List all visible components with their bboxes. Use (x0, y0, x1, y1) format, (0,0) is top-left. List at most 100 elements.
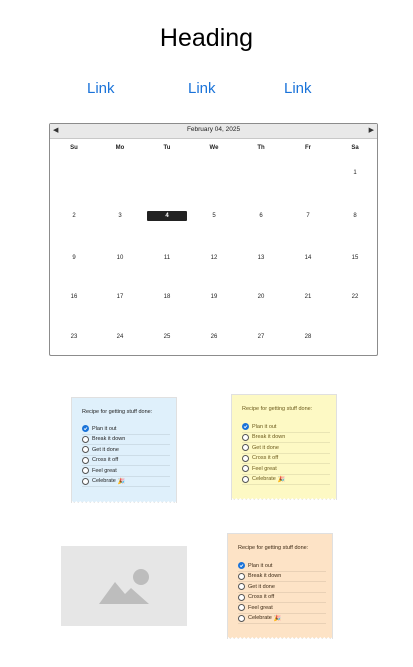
checklist-item-label: Plan it out (252, 423, 277, 430)
checked-circle-icon[interactable] (242, 423, 249, 431)
checklist-item[interactable]: Break it down (242, 433, 330, 443)
checklist-note-blue: Recipe for getting stuff done: Plan it o… (71, 397, 177, 505)
calendar-day-selected[interactable]: 4 (147, 211, 187, 221)
calendar-day[interactable]: 24 (105, 332, 135, 342)
checked-circle-icon[interactable] (238, 562, 245, 570)
checklist-item[interactable]: Celebrate 🎉 (242, 475, 330, 485)
torn-edge (72, 501, 176, 505)
checklist-item[interactable]: Celebrate 🎉 (238, 614, 326, 624)
unchecked-circle-icon[interactable] (238, 583, 245, 591)
calendar-day[interactable]: 26 (199, 332, 229, 342)
calendar-day[interactable]: 21 (293, 292, 323, 302)
nav-link-1[interactable]: Link (87, 80, 115, 97)
checklist-item[interactable]: Plan it out (242, 422, 330, 433)
calendar-day[interactable]: 15 (340, 253, 370, 263)
checklist-item-label: Cross it off (248, 594, 275, 601)
calendar-day[interactable]: 20 (246, 292, 276, 302)
checklist-item[interactable]: Feel great (238, 603, 326, 614)
unchecked-circle-icon[interactable] (82, 435, 89, 443)
note-title: Recipe for getting stuff done: (238, 545, 309, 551)
checklist-item-label: Plan it out (248, 562, 273, 569)
checklist-item[interactable]: Plan it out (238, 561, 326, 572)
calendar-day[interactable]: 7 (293, 211, 323, 221)
checklist-item[interactable]: Get it done (242, 443, 330, 454)
checklist-item[interactable]: Feel great (82, 466, 170, 477)
checklist-note-yellow: Recipe for getting stuff done: Plan it o… (231, 394, 337, 502)
calendar-day[interactable]: 19 (199, 292, 229, 302)
checklist-item[interactable]: Cross it off (238, 593, 326, 603)
checklist-item[interactable]: Break it down (82, 435, 170, 445)
unchecked-circle-icon[interactable] (82, 446, 89, 454)
unchecked-circle-icon[interactable] (82, 467, 89, 475)
calendar-day[interactable]: 17 (105, 292, 135, 302)
checklist-item[interactable]: Plan it out (82, 424, 170, 435)
note-title: Recipe for getting stuff done: (82, 409, 153, 415)
checklist-item-label: Feel great (252, 465, 277, 472)
calendar-day[interactable]: 10 (105, 253, 135, 263)
party-popper-icon: 🎉 (117, 478, 126, 485)
unchecked-circle-icon[interactable] (82, 456, 89, 464)
note-checklist: Plan it out Break it down Get it done Cross… (82, 424, 170, 487)
calendar-day[interactable]: 8 (340, 211, 370, 221)
checklist-item-label: Cross it off (92, 457, 119, 464)
unchecked-circle-icon[interactable] (238, 614, 245, 622)
image-placeholder-icon (99, 569, 149, 604)
checklist-item[interactable]: Celebrate 🎉 (82, 477, 170, 487)
checklist-item-label: Cross it off (252, 455, 279, 462)
calendar-day[interactable]: 16 (59, 292, 89, 302)
checklist-item[interactable]: Cross it off (82, 456, 170, 466)
calendar-day[interactable]: 11 (152, 253, 182, 263)
calendar-day[interactable]: 23 (59, 332, 89, 342)
checklist-item-label: Feel great (248, 604, 273, 611)
checklist-item[interactable]: Feel great (242, 464, 330, 475)
calendar-day[interactable]: 1 (340, 168, 370, 178)
checklist-note-peach: Recipe for getting stuff done: Plan it o… (227, 533, 333, 641)
torn-edge (232, 498, 336, 502)
calendar-day[interactable]: 5 (199, 211, 229, 221)
calendar-day[interactable]: 25 (152, 332, 182, 342)
unchecked-circle-icon[interactable] (242, 444, 249, 452)
checklist-item[interactable]: Get it done (238, 582, 326, 593)
checklist-item-label: Celebrate (92, 478, 116, 485)
checked-circle-icon[interactable] (82, 425, 89, 433)
torn-edge (228, 637, 332, 641)
checklist-item-label: Celebrate (252, 476, 276, 483)
calendar-day[interactable]: 22 (340, 292, 370, 302)
unchecked-circle-icon[interactable] (238, 593, 245, 601)
calendar-day[interactable]: 2 (59, 211, 89, 221)
nav-link-3[interactable]: Link (284, 80, 312, 97)
calendar-days-grid: 1 2 3 4 5 6 7 8 9 10 11 12 13 14 15 16 17 18 19 20 21 22 23 24 2… (50, 124, 377, 355)
checklist-item-label: Celebrate (248, 615, 272, 622)
unchecked-circle-icon[interactable] (242, 433, 249, 441)
calendar-day[interactable]: 14 (293, 253, 323, 263)
checklist-item-label: Get it done (92, 446, 119, 453)
note-checklist: Plan it out Break it down Get it done Cross… (242, 422, 330, 485)
calendar-day[interactable]: 12 (199, 253, 229, 263)
calendar-day[interactable]: 6 (246, 211, 276, 221)
date-picker-calendar: ◀ February 04, 2025 ▶ Su Mo Tu We Th Fr Sa 123… (49, 123, 378, 356)
checklist-item[interactable]: Cross it off (242, 454, 330, 464)
checklist-item-label: Break it down (92, 436, 126, 443)
unchecked-circle-icon[interactable] (238, 572, 245, 580)
checklist-item[interactable]: Get it done (82, 445, 170, 456)
checklist-item-label: Get it done (252, 444, 279, 451)
calendar-day[interactable]: 3 (105, 211, 135, 221)
unchecked-circle-icon[interactable] (82, 477, 89, 485)
party-popper-icon: 🎉 (277, 476, 286, 483)
calendar-day[interactable]: 18 (152, 292, 182, 302)
nav-link-2[interactable]: Link (188, 80, 216, 97)
note-title: Recipe for getting stuff done: (242, 406, 313, 412)
unchecked-circle-icon[interactable] (242, 454, 249, 462)
calendar-day[interactable]: 28 (293, 332, 323, 342)
checklist-item-label: Feel great (92, 467, 117, 474)
image-placeholder (61, 546, 187, 626)
unchecked-circle-icon[interactable] (242, 475, 249, 483)
calendar-day[interactable]: 13 (246, 253, 276, 263)
checklist-item[interactable]: Break it down (238, 572, 326, 582)
unchecked-circle-icon[interactable] (242, 465, 249, 473)
calendar-day[interactable]: 9 (59, 253, 89, 263)
page-heading: Heading (159, 24, 254, 52)
calendar-day[interactable]: 27 (246, 332, 276, 342)
checklist-item-label: Break it down (248, 573, 282, 580)
unchecked-circle-icon[interactable] (238, 604, 245, 612)
